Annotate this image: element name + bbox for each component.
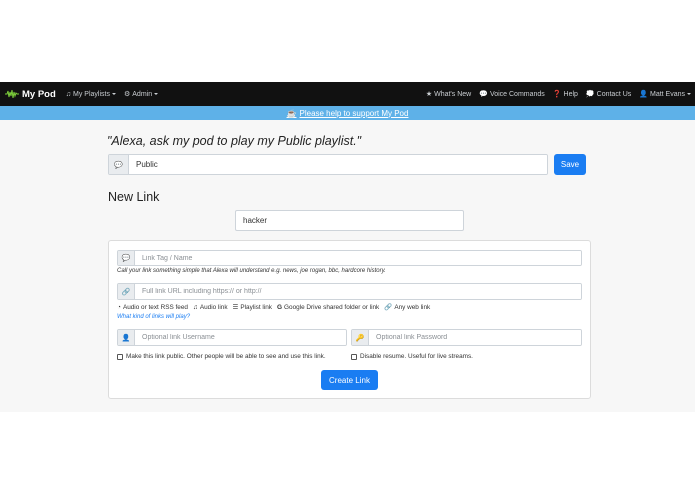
support-banner: ☕ Please help to support My Pod	[0, 106, 695, 120]
nav-my-playlists[interactable]: ♫ My Playlists	[66, 91, 116, 98]
speech-bubble-icon: 💬	[479, 91, 488, 98]
link-tag-input[interactable]	[135, 251, 581, 265]
nav-voice-commands-label: Voice Commands	[489, 90, 545, 98]
public-link-checkbox[interactable]	[117, 353, 123, 360]
music-note-icon: ♫	[65, 90, 72, 98]
nav-user-name: Matt Evans	[649, 90, 685, 98]
list-icon: ☰	[232, 304, 239, 311]
type-gdrive: G Google Drive shared folder or link	[277, 304, 379, 311]
rss-icon: ◔	[117, 303, 121, 311]
user-circle-icon: 👤	[118, 330, 135, 345]
nav-user-menu[interactable]: 👤 Matt Evans	[639, 90, 691, 98]
link-search-input[interactable]	[235, 210, 464, 231]
gears-icon: ⚙	[123, 91, 131, 98]
music-note-icon: ♫	[192, 303, 198, 311]
link-icon: 🔗	[384, 304, 393, 311]
chevron-down-icon	[687, 93, 691, 95]
link-url-group: 🔗	[117, 283, 582, 300]
new-link-heading: New Link	[108, 190, 160, 204]
link-tag-group: 💬	[117, 250, 582, 266]
type-web-label: Any web link	[394, 303, 431, 311]
brand-link[interactable]: My Pod	[5, 89, 56, 100]
chevron-down-icon	[111, 93, 116, 95]
type-audio-label: Audio link	[199, 303, 228, 311]
link-username-group: 👤	[117, 329, 347, 346]
nav-whats-new-label: What's New	[434, 90, 472, 98]
top-navbar: My Pod ♫ My Playlists ⚙ Admin ★ What's N…	[0, 82, 695, 106]
google-icon: G	[276, 303, 283, 311]
public-link-checkbox-row: Make this link public. Other people will…	[117, 353, 326, 360]
coffee-cup-icon: ☕	[286, 108, 297, 118]
type-audio: ♫ Audio link	[193, 304, 228, 311]
type-rss: ◔ Audio or text RSS feed	[117, 304, 188, 311]
support-link[interactable]: ☕ Please help to support My Pod	[287, 109, 409, 118]
type-playlist-label: Playlist link	[240, 303, 272, 311]
nav-my-playlists-label: My Playlists	[73, 90, 110, 98]
disable-resume-checkbox-row: Disable resume. Useful for live streams.	[351, 353, 473, 360]
soundwave-logo-icon	[5, 90, 19, 98]
link-password-group: 🔑	[351, 329, 582, 346]
user-icon: 👤	[639, 91, 648, 98]
nav-voice-commands[interactable]: 💬 Voice Commands	[479, 90, 545, 99]
disable-resume-label: Disable resume. Useful for live streams.	[360, 353, 473, 360]
comments-icon: 💭	[585, 91, 595, 98]
link-icon: 🔗	[118, 284, 135, 299]
navbar-right: ★ What's New 💬 Voice Commands ❓ Help 💭 C…	[418, 90, 691, 98]
nav-admin[interactable]: ⚙ Admin	[123, 90, 159, 98]
page: My Pod ♫ My Playlists ⚙ Admin ★ What's N…	[0, 0, 695, 494]
support-link-label: Please help to support My Pod	[299, 108, 409, 118]
type-playlist: ☰ Playlist link	[232, 303, 272, 312]
playlist-name-input[interactable]	[129, 155, 547, 174]
chevron-down-icon	[154, 93, 159, 95]
nav-whats-new[interactable]: ★ What's New	[425, 90, 472, 99]
link-username-input[interactable]	[135, 330, 346, 345]
link-url-input[interactable]	[135, 284, 581, 299]
nav-admin-label: Admin	[132, 90, 153, 98]
question-circle-icon: ❓	[552, 91, 562, 98]
type-rss-label: Audio or text RSS feed	[122, 303, 188, 311]
nav-contact-us-label: Contact Us	[596, 90, 632, 98]
comment-icon: 💬	[118, 251, 135, 265]
link-password-input[interactable]	[369, 330, 581, 345]
link-types-help-link[interactable]: What kind of links will play?	[117, 314, 190, 320]
public-link-label: Make this link public. Other people will…	[126, 353, 326, 360]
link-tag-help: Call your link something simple that Ale…	[117, 268, 386, 274]
nav-help-label: Help	[563, 90, 578, 98]
disable-resume-checkbox[interactable]	[351, 353, 357, 360]
alexa-command-quote: "Alexa, ask my pod to play my Public pla…	[107, 134, 362, 148]
brand-name: My Pod	[22, 88, 56, 100]
supported-link-types: ◔ Audio or text RSS feed ♫ Audio link ☰ Pla…	[117, 303, 435, 312]
star-icon: ★	[425, 91, 433, 98]
nav-help[interactable]: ❓ Help	[552, 90, 578, 99]
nav-contact-us[interactable]: 💭 Contact Us	[585, 90, 632, 99]
type-gdrive-label: Google Drive shared folder or link	[284, 303, 380, 311]
type-web: 🔗 Any web link	[384, 303, 431, 312]
comment-icon: 💬	[109, 155, 129, 174]
save-button[interactable]: Save	[554, 154, 586, 175]
playlist-name-group: 💬	[108, 154, 548, 175]
key-icon: 🔑	[352, 330, 369, 345]
create-link-button[interactable]: Create Link	[321, 370, 378, 390]
